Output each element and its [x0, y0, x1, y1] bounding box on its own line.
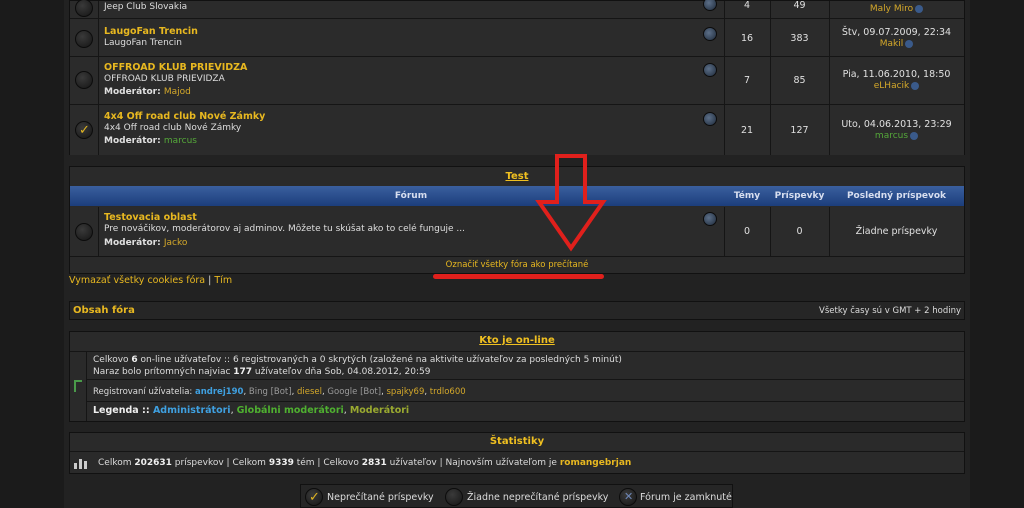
rss-icon[interactable]: [703, 27, 717, 41]
online-icon: [70, 351, 87, 421]
statistics-panel: Štatistiky Celkom 202631 príspevkov | Ce…: [69, 432, 965, 474]
table-header: Fórum Témy Príspevky Posledný príspevok: [70, 186, 964, 206]
last-post-user[interactable]: marcus: [875, 131, 908, 141]
legend-line: Legenda :: Administrátori, Globálni mode…: [93, 405, 410, 416]
who-is-online-title[interactable]: Kto je on-line: [70, 335, 964, 346]
topics-count: 21: [740, 125, 754, 136]
user-link[interactable]: Google [Bot]: [327, 387, 381, 397]
forum-moderator: Moderátor: marcus: [104, 136, 198, 146]
legend-admins[interactable]: Administrátori: [153, 405, 231, 416]
forum-status-icon: ✓: [75, 121, 93, 139]
forum-moderator: Moderátor: Majod: [104, 87, 191, 97]
posts-count: 383: [790, 33, 809, 44]
topics-count: 7: [743, 75, 751, 86]
team-link[interactable]: Tím: [214, 275, 232, 286]
no-unread-posts-icon: [445, 488, 463, 506]
forum-link[interactable]: LaugoFan Trencin: [104, 26, 198, 37]
topics-count: 16: [740, 33, 754, 44]
user-link[interactable]: andrej190: [195, 387, 244, 397]
legend-unread-label: Neprečítané príspevky: [327, 492, 434, 503]
last-post-none: Žiadne príspevky: [855, 226, 938, 237]
online-total-line: Celkovo 6 on-line užívateľov :: 6 regist…: [93, 355, 622, 365]
forum-moderator: Moderátor: Jacko: [104, 238, 188, 248]
unread-posts-icon: ✓: [305, 488, 323, 506]
online-record-line: Naraz bolo prítomných najviac 177 užívat…: [93, 367, 431, 377]
last-post-user[interactable]: eLHacik: [874, 81, 910, 91]
forum-status-icon: [75, 0, 93, 17]
category-title-test[interactable]: Test: [70, 171, 964, 182]
forum-row: Jeep Club Slovakia 4 49 Maly Miro: [70, 0, 964, 19]
annotation-arrow-icon: [535, 154, 607, 252]
legend-mods[interactable]: Moderátori: [350, 405, 409, 416]
forum-status-icon: [75, 71, 93, 89]
user-link[interactable]: trdlo600: [430, 387, 466, 397]
user-link[interactable]: diesel: [297, 387, 322, 397]
moderator-link[interactable]: marcus: [164, 136, 197, 146]
last-post-user[interactable]: Makil: [880, 39, 904, 49]
view-latest-icon[interactable]: [905, 39, 914, 48]
moderator-link[interactable]: Jacko: [164, 238, 188, 248]
unread-check-icon: ✓: [309, 490, 320, 505]
view-latest-icon[interactable]: [915, 4, 924, 13]
legend-locked-label: Fórum je zamknuté: [640, 492, 732, 503]
mark-read-link[interactable]: Označiť všetky fóra ako prečítané: [70, 260, 964, 270]
forum-link[interactable]: OFFROAD KLUB PRIEVIDZA: [104, 62, 247, 73]
locked-forum-icon: ✕: [619, 488, 637, 506]
stats-line: Celkom 202631 príspevkov | Celkom 9339 t…: [98, 458, 632, 468]
rss-icon[interactable]: [703, 212, 717, 226]
posts-count: 85: [793, 75, 806, 86]
forum-row: ✓ 4x4 Off road club Nové Zámky 4x4 Off r…: [70, 105, 964, 155]
last-post-date: Pia, 11.06.2010, 18:50: [842, 69, 951, 80]
forum-description: Jeep Club Slovakia: [104, 2, 188, 12]
unread-check-icon: ✓: [79, 123, 90, 138]
topics-count: 0: [743, 226, 751, 237]
forum-row: OFFROAD KLUB PRIEVIDZA OFFROAD KLUB PRIE…: [70, 57, 964, 105]
header-posts: Príspevky: [774, 191, 825, 201]
legend-no-unread-label: Žiadne neprečítané príspevky: [467, 492, 609, 503]
forum-description: 4x4 Off road club Nové Zámky: [104, 123, 242, 133]
board-index-bar: Obsah fóra Všetky časy sú v GMT + 2 hodi…: [69, 301, 965, 320]
posts-count: 0: [796, 226, 803, 237]
who-is-online-panel: Kto je on-line Celkovo 6 on-line užívate…: [69, 331, 965, 422]
icon-legend: ✓ Neprečítané príspevky Žiadne neprečíta…: [300, 484, 733, 508]
newest-user-link[interactable]: romangebrjan: [560, 458, 631, 468]
header-forum: Fórum: [394, 191, 428, 201]
user-link[interactable]: spajky69: [387, 387, 425, 397]
moderator-link[interactable]: Majod: [164, 87, 191, 97]
annotation-underline: [433, 274, 604, 279]
forum-table-test: Test Fórum Témy Príspevky Posledný prísp…: [69, 166, 965, 274]
topics-count: 4: [743, 0, 751, 11]
last-post-date: Uto, 04.06.2013, 23:29: [841, 119, 952, 130]
rss-icon[interactable]: [703, 112, 717, 126]
forum-description: LaugoFan Trencin: [104, 38, 182, 48]
header-last-post: Posledný príspevok: [846, 191, 947, 201]
posts-count: 49: [793, 0, 806, 11]
view-latest-icon[interactable]: [911, 81, 920, 90]
statistics-title: Štatistiky: [489, 436, 545, 447]
last-post-user[interactable]: Maly Miro: [870, 4, 913, 14]
rss-icon[interactable]: [703, 63, 717, 77]
footer-links: Vymazať všetky cookies fóra | Tím: [69, 275, 233, 286]
legend-global-mods[interactable]: Globálni moderátori: [237, 405, 344, 416]
forum-description: OFFROAD KLUB PRIEVIDZA: [104, 74, 225, 84]
user-link[interactable]: Bing [Bot]: [249, 387, 292, 397]
forum-description: Pre nováčikov, moderátorov aj adminov. M…: [104, 224, 466, 234]
forum-status-icon: [75, 223, 93, 241]
forum-link[interactable]: 4x4 Off road club Nové Zámky: [104, 111, 265, 122]
rss-icon[interactable]: [703, 0, 717, 11]
forum-row: LaugoFan Trencin LaugoFan Trencin 16 383…: [70, 19, 964, 57]
posts-count: 127: [790, 125, 809, 136]
stats-icon: [74, 457, 88, 469]
forum-table-top: Jeep Club Slovakia 4 49 Maly Miro LaugoF…: [69, 0, 965, 155]
delete-cookies-link[interactable]: Vymazať všetky cookies fóra: [69, 275, 205, 286]
board-index-link[interactable]: Obsah fóra: [73, 305, 135, 316]
timezone-text: Všetky časy sú v GMT + 2 hodiny: [819, 306, 961, 316]
registered-users-line: Registrovaní užívatelia: andrej190, Bing…: [93, 387, 466, 397]
forum-status-icon: [75, 30, 93, 48]
last-post-date: Štv, 09.07.2009, 22:34: [841, 27, 952, 38]
forum-row: Testovacia oblast Pre nováčikov, moderát…: [70, 207, 964, 257]
header-topics: Témy: [733, 191, 761, 201]
view-latest-icon[interactable]: [910, 131, 919, 140]
forum-link[interactable]: Testovacia oblast: [104, 212, 197, 223]
